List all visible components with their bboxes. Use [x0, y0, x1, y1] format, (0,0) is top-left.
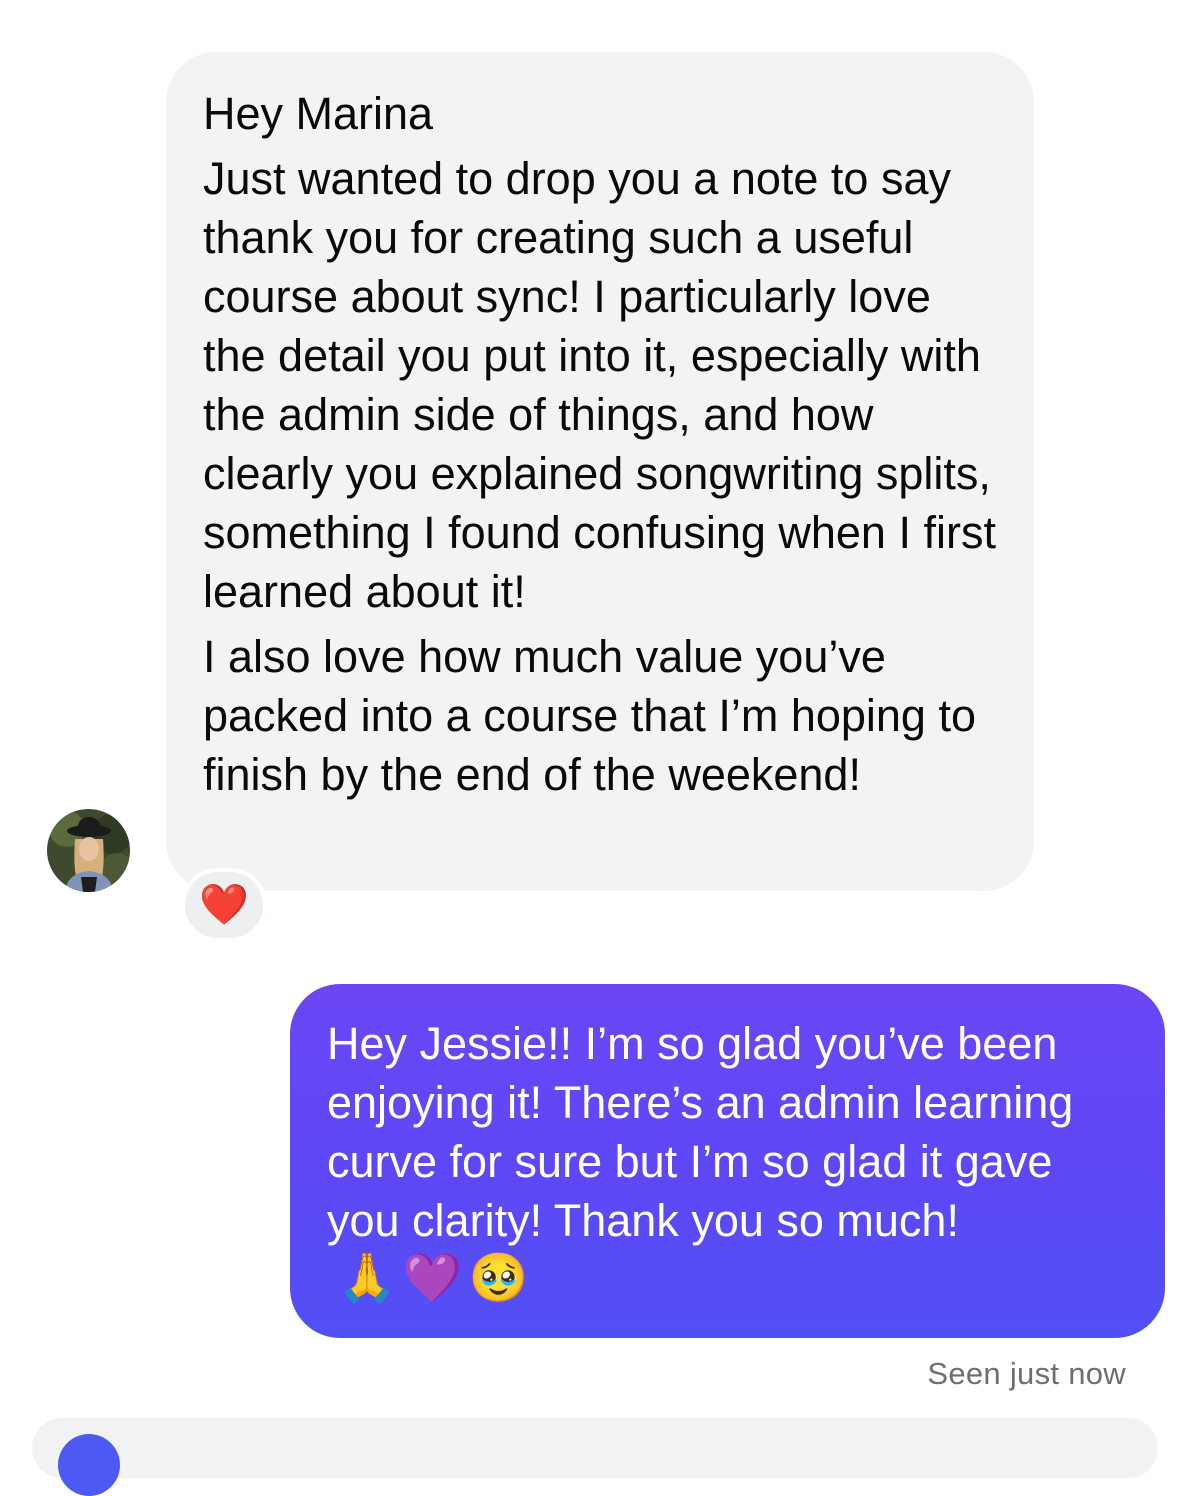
- outgoing-emoji-row: 🙏 💜 🥹: [337, 1255, 528, 1303]
- message-composer[interactable]: [32, 1418, 1158, 1478]
- sender-avatar[interactable]: [47, 809, 130, 892]
- purple-heart-emoji-icon: 💜: [402, 1252, 463, 1306]
- heart-reaction-badge[interactable]: ❤️: [181, 868, 267, 942]
- profile-photo-icon: [47, 809, 130, 892]
- folded-hands-emoji-icon: 🙏: [337, 1252, 397, 1306]
- heart-icon: ❤️: [199, 883, 249, 927]
- composer-action-button[interactable]: [58, 1434, 120, 1496]
- incoming-message-bubble[interactable]: Hey Marina Just wanted to drop you a not…: [166, 52, 1034, 891]
- seen-status: Seen just now: [927, 1356, 1126, 1391]
- outgoing-message-bubble[interactable]: Hey Jessie!! I’m so glad you’ve been enj…: [290, 984, 1165, 1338]
- holding-back-tears-emoji-icon: 🥹: [468, 1252, 529, 1306]
- incoming-paragraph-1: Just wanted to drop you a note to say th…: [203, 153, 996, 617]
- outgoing-message-text: Hey Jessie!! I’m so glad you’ve been enj…: [327, 1018, 1074, 1246]
- outgoing-message-text-wrap: Hey Jessie!! I’m so glad you’ve been enj…: [327, 1014, 1135, 1309]
- incoming-greeting: Hey Marina: [203, 88, 434, 139]
- incoming-paragraph-2: I also love how much value you’ve packed…: [203, 631, 976, 800]
